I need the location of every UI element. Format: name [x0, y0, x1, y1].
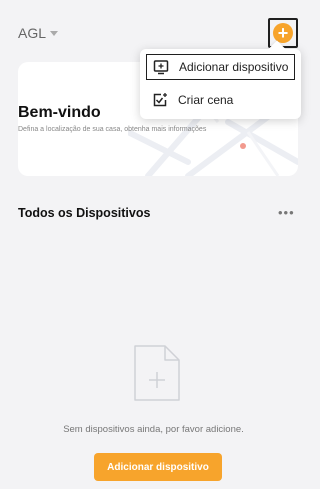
- caret-down-icon: [50, 31, 59, 36]
- menu-item-create-scene[interactable]: Criar cena: [146, 87, 295, 113]
- menu-item-label: Criar cena: [178, 93, 234, 107]
- devices-section-title: Todos os Dispositivos: [18, 206, 151, 220]
- home-selector[interactable]: AGL: [18, 25, 59, 41]
- menu-item-label: Adicionar dispositivo: [179, 60, 289, 74]
- welcome-subtitle: Defina a localização de sua casa, obtenh…: [18, 126, 207, 133]
- menu-item-add-device[interactable]: Adicionar dispositivo: [146, 54, 295, 80]
- create-scene-icon: [153, 93, 167, 107]
- add-device-icon: [153, 60, 169, 75]
- document-plus-icon: [134, 345, 180, 401]
- home-name-label: AGL: [18, 25, 47, 41]
- more-dots-icon[interactable]: •••: [278, 206, 295, 219]
- empty-state-text: Sem dispositivos ainda, por favor adicio…: [63, 424, 244, 435]
- add-device-button[interactable]: Adicionar dispositivo: [94, 453, 222, 481]
- add-menu: Adicionar dispositivo Criar cena: [140, 40, 301, 119]
- welcome-title: Bem-vindo: [18, 104, 101, 121]
